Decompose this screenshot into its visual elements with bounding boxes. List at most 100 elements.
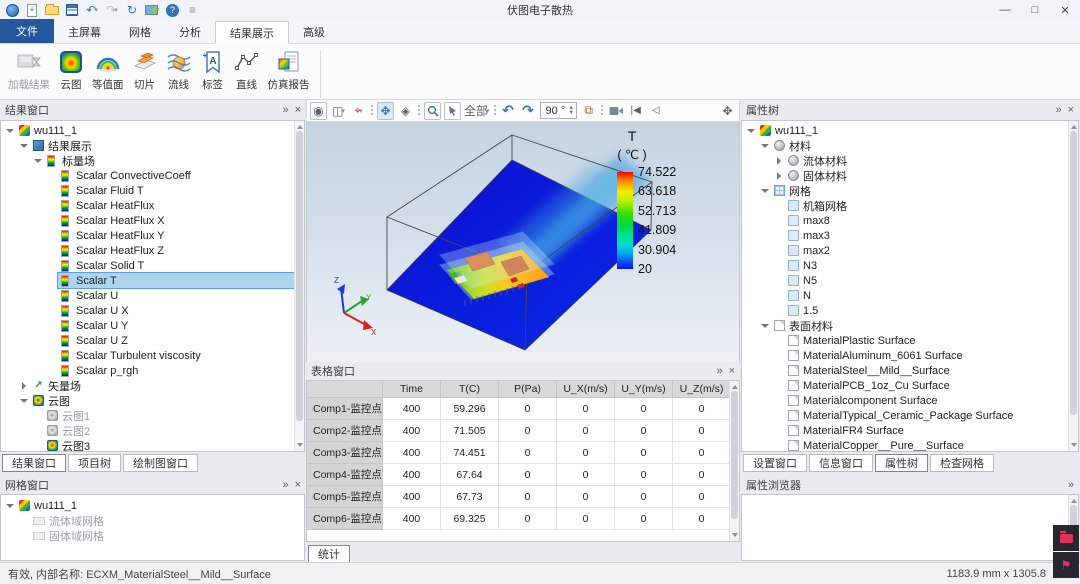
expander-icon[interactable]: [33, 425, 44, 436]
table-column-header[interactable]: P(Pa): [499, 381, 557, 398]
collapse-panel-icon[interactable]: »: [1068, 479, 1074, 491]
redo-icon[interactable]: ↷▾: [105, 2, 119, 18]
expander-icon[interactable]: [746, 125, 757, 136]
panel-tab[interactable]: 绘制图窗口: [123, 454, 198, 472]
step-back-icon[interactable]: ◁: [647, 102, 664, 120]
rotate-right-icon[interactable]: ↷: [520, 102, 537, 120]
tree-item[interactable]: MaterialSteel__Mild__Surface: [742, 363, 1078, 378]
menu-tab[interactable]: 主屏幕: [54, 20, 115, 43]
notification-flag-button[interactable]: ⚑: [1053, 552, 1079, 578]
minimize-button[interactable]: —: [990, 0, 1020, 20]
tree-item[interactable]: MaterialCopper__Pure__Surface: [742, 438, 1078, 452]
expander-icon[interactable]: [760, 140, 771, 151]
expander-icon[interactable]: [47, 290, 58, 301]
tree-item[interactable]: Scalar p_rgh: [1, 363, 304, 378]
expander-icon[interactable]: [774, 335, 785, 346]
help-icon[interactable]: ?: [166, 2, 180, 18]
expander-icon[interactable]: [47, 275, 58, 286]
expander-icon[interactable]: [774, 440, 785, 451]
expander-icon[interactable]: [47, 365, 58, 376]
tree-item[interactable]: 云图1: [1, 408, 304, 423]
tree-item[interactable]: Scalar HeatFlux: [1, 198, 304, 213]
refresh-icon[interactable]: ↻: [125, 2, 139, 18]
tree-item[interactable]: N3: [742, 258, 1078, 273]
save-icon[interactable]: [65, 2, 79, 18]
scrollbar[interactable]: [294, 121, 304, 451]
expander-icon[interactable]: [774, 350, 785, 361]
expander-icon[interactable]: [774, 230, 785, 241]
expander-icon[interactable]: [47, 320, 58, 331]
expander-icon[interactable]: [774, 170, 785, 181]
menu-tab[interactable]: 网格: [115, 20, 165, 43]
close-panel-icon[interactable]: ×: [729, 365, 735, 377]
simulation-report-button[interactable]: 仿真报告: [264, 48, 314, 93]
tree-item[interactable]: 矢量场: [1, 378, 304, 393]
tree-item[interactable]: MaterialTypical_Ceramic_Package Surface: [742, 408, 1078, 423]
expander-icon[interactable]: [774, 275, 785, 286]
scrollbar[interactable]: [729, 381, 739, 541]
expander-icon[interactable]: [47, 335, 58, 346]
table-column-header[interactable]: U_Z(m/s): [673, 381, 731, 398]
tree-item[interactable]: Scalar U Y: [1, 318, 304, 333]
tree-item[interactable]: N5: [742, 273, 1078, 288]
tree-item[interactable]: Materialcomponent Surface: [742, 393, 1078, 408]
tree-item[interactable]: N: [742, 288, 1078, 303]
tree-item[interactable]: wu111_1: [742, 123, 1078, 138]
expander-icon[interactable]: [760, 185, 771, 196]
expander-icon[interactable]: [774, 305, 785, 316]
tree-item[interactable]: 云图: [1, 393, 304, 408]
expander-icon[interactable]: [774, 215, 785, 226]
expander-icon[interactable]: [774, 395, 785, 406]
tree-item[interactable]: 材料: [742, 138, 1078, 153]
tree-item[interactable]: Scalar Fluid T: [1, 183, 304, 198]
tree-item[interactable]: 网格: [742, 183, 1078, 198]
scope-dropdown[interactable]: 全部▾: [464, 102, 490, 120]
undo-icon[interactable]: ↶▾: [85, 2, 99, 18]
close-panel-icon[interactable]: ×: [1068, 104, 1074, 116]
menu-tab[interactable]: 结果展示: [215, 21, 289, 44]
tree-item[interactable]: MaterialPCB_1oz_Cu Surface: [742, 378, 1078, 393]
expander-icon[interactable]: [47, 305, 58, 316]
tree-item[interactable]: Scalar Solid T: [1, 258, 304, 273]
expander-icon[interactable]: [774, 245, 785, 256]
table-row[interactable]: Comp2-监控点 400 71.505 0 0 0 0: [307, 420, 739, 442]
tree-item[interactable]: Scalar Turbulent viscosity: [1, 348, 304, 363]
screenshot-camera-icon[interactable]: ◉: [310, 102, 327, 120]
panel-tab[interactable]: 检查网格: [930, 454, 994, 472]
table-column-header[interactable]: U_X(m/s): [557, 381, 615, 398]
tree-item[interactable]: Scalar U Z: [1, 333, 304, 348]
menu-tab[interactable]: 分析: [165, 20, 215, 43]
expander-icon[interactable]: [47, 215, 58, 226]
expander-icon[interactable]: [774, 200, 785, 211]
rotation-angle-spinner[interactable]: 90 ° ▲▼: [540, 102, 578, 119]
expander-icon[interactable]: [19, 140, 30, 151]
expander-icon[interactable]: [774, 365, 785, 376]
contour-plot-button[interactable]: 云图: [54, 48, 88, 93]
menu-tab[interactable]: 文件: [0, 19, 54, 43]
rotate-view-icon[interactable]: ⧉: [580, 102, 597, 120]
table-row[interactable]: Comp4-监控点 400 67.64 0 0 0 0: [307, 464, 739, 486]
expander-icon[interactable]: [774, 155, 785, 166]
expander-icon[interactable]: [47, 185, 58, 196]
tree-item[interactable]: Scalar ConvectiveCoeff: [1, 168, 304, 183]
expander-icon[interactable]: [33, 440, 44, 451]
collapse-panel-icon[interactable]: »: [1055, 104, 1061, 116]
load-results-button[interactable]: 加载结果: [4, 48, 54, 93]
fit-view-icon[interactable]: ✥: [377, 102, 394, 120]
collapse-panel-icon[interactable]: »: [282, 479, 288, 491]
panel-tab[interactable]: 信息窗口: [809, 454, 873, 472]
expander-icon[interactable]: [774, 290, 785, 301]
tree-item[interactable]: max3: [742, 228, 1078, 243]
table-row[interactable]: Comp3-监控点 400 74.451 0 0 0 0: [307, 442, 739, 464]
tree-item[interactable]: MaterialAluminum_6061 Surface: [742, 348, 1078, 363]
table-row[interactable]: Comp1-监控点 400 59.296 0 0 0 0: [307, 398, 739, 420]
tree-item[interactable]: 1.5: [742, 303, 1078, 318]
panel-tab[interactable]: 设置窗口: [743, 454, 807, 472]
tree-item[interactable]: 固体材料: [742, 168, 1078, 183]
close-panel-icon[interactable]: ×: [295, 479, 301, 491]
expander-icon[interactable]: [47, 350, 58, 361]
close-panel-icon[interactable]: ×: [295, 104, 301, 116]
collapse-panel-icon[interactable]: »: [282, 104, 288, 116]
tree-item[interactable]: 云图2: [1, 423, 304, 438]
statistics-tab[interactable]: 统计: [308, 545, 350, 563]
